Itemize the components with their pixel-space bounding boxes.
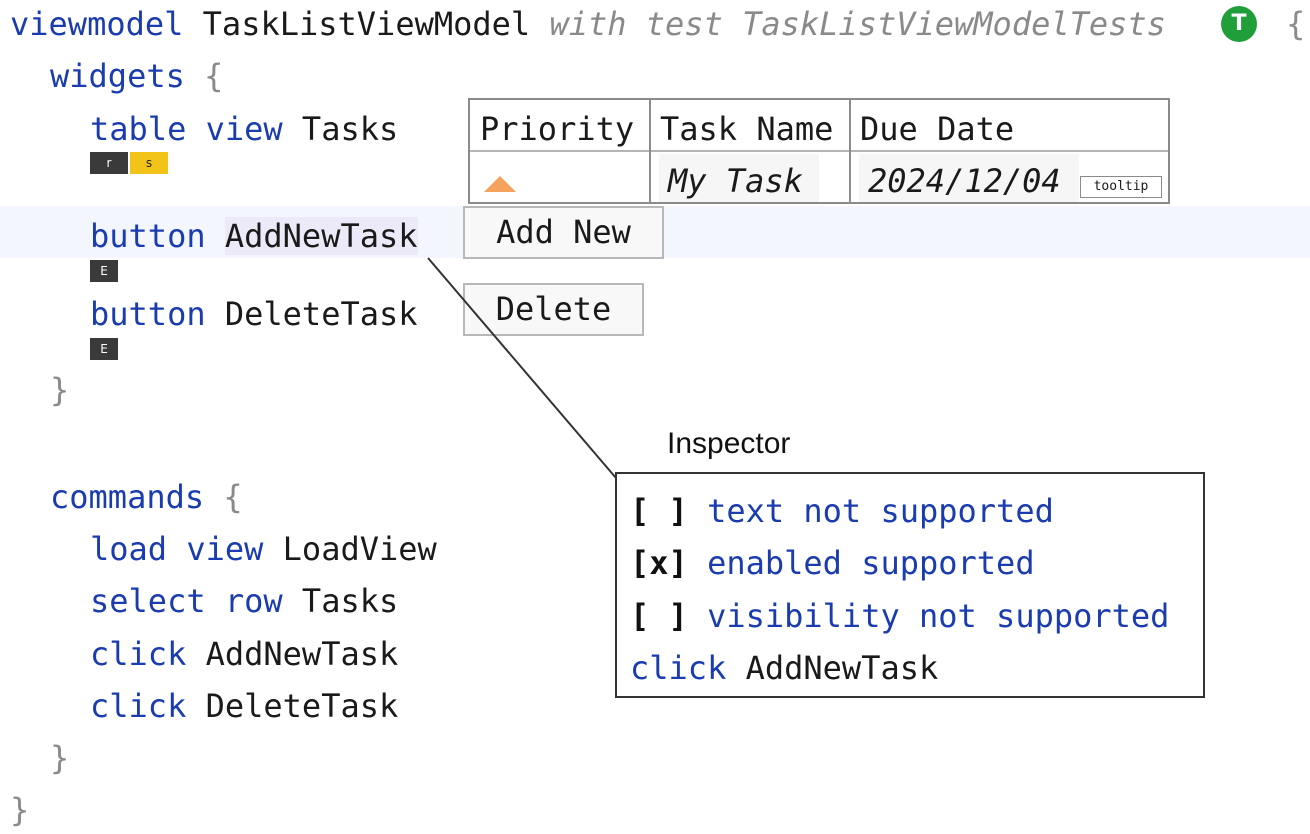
button-keyword: button — [90, 295, 206, 333]
command-target[interactable]: AddNewTask — [206, 635, 399, 673]
commands-keyword: commands — [50, 478, 205, 516]
checkbox-enabled[interactable]: [x] — [630, 544, 688, 582]
badge-s[interactable]: s — [130, 152, 168, 174]
commands-close-brace: } — [50, 739, 70, 777]
inspector-panel: [ ] text not supported [x] enabled suppo… — [615, 472, 1205, 698]
command-line: click AddNewTask — [90, 634, 398, 674]
command-keyword: click — [90, 687, 187, 725]
column-header-due-date[interactable]: Due Date — [860, 104, 1014, 154]
widgets-open-brace: { — [204, 57, 224, 95]
widgets-header: widgets { — [50, 56, 223, 96]
button-keyword: button — [90, 217, 206, 255]
add-new-button-preview[interactable]: Add New — [463, 206, 664, 259]
property-label: enabled supported — [707, 544, 1035, 582]
with-test-clause[interactable]: with test TaskListViewModelTests — [549, 5, 1166, 43]
command-keyword: select row — [90, 582, 283, 620]
inspector-property-visibility: [ ] visibility not supported — [630, 596, 1169, 636]
table-name[interactable]: Tasks — [302, 110, 398, 148]
checkbox-visibility[interactable]: [ ] — [630, 597, 688, 635]
inspector-action: click AddNewTask — [630, 648, 938, 688]
checkbox-text[interactable]: [ ] — [630, 492, 688, 530]
command-keyword: click — [90, 635, 187, 673]
viewmodel-keyword: viewmodel — [10, 5, 184, 43]
viewmodel-close-brace: } — [10, 791, 30, 829]
inspector-title: Inspector — [667, 427, 791, 460]
widgets-keyword: widgets — [50, 57, 185, 95]
property-label: visibility not supported — [707, 597, 1170, 635]
view-keyword: view — [205, 110, 283, 148]
command-line: select row Tasks — [90, 581, 398, 621]
table-column-divider — [649, 100, 651, 202]
add-button-declaration: button AddNewTask — [90, 216, 418, 256]
commands-open-brace: { — [223, 478, 243, 516]
action-keyword: click — [630, 649, 727, 687]
delete-button-preview[interactable]: Delete — [463, 283, 644, 336]
table-column-divider — [849, 100, 851, 202]
property-label: text not supported — [707, 492, 1054, 530]
up-arrow-icon — [484, 176, 516, 192]
table-keyword: table — [90, 110, 187, 148]
tooltip-button[interactable]: tooltip — [1080, 176, 1162, 198]
command-keyword: load view — [90, 530, 264, 568]
test-status-icon[interactable]: T — [1221, 6, 1257, 42]
viewmodel-header: viewmodel TaskListViewModel with test Ta… — [10, 4, 1166, 44]
cell-due-date[interactable]: 2024/12/04 — [868, 156, 1061, 206]
table-view-declaration: table view Tasks — [90, 109, 398, 149]
action-target[interactable]: AddNewTask — [746, 649, 939, 687]
cell-task-name[interactable]: My Task — [668, 156, 803, 206]
command-target[interactable]: LoadView — [283, 530, 437, 568]
badge-e[interactable]: E — [90, 260, 118, 282]
commands-header: commands { — [50, 477, 243, 517]
inspector-property-enabled: [x] enabled supported — [630, 543, 1035, 583]
delete-button-declaration: button DeleteTask — [90, 294, 418, 334]
column-header-task-name[interactable]: Task Name — [660, 104, 833, 154]
tasks-table-preview[interactable]: Priority Task Name Due Date My Task 2024… — [468, 98, 1170, 204]
column-header-priority[interactable]: Priority — [480, 104, 634, 154]
badge-e[interactable]: E — [90, 338, 118, 360]
add-button-name[interactable]: AddNewTask — [224, 217, 418, 255]
delete-button-name[interactable]: DeleteTask — [225, 295, 418, 333]
viewmodel-open-brace: { — [1286, 5, 1306, 43]
widgets-close-brace: } — [50, 371, 70, 409]
command-target[interactable]: Tasks — [302, 582, 398, 620]
command-line: click DeleteTask — [90, 686, 398, 726]
command-line: load view LoadView — [90, 529, 437, 569]
badge-r[interactable]: r — [90, 152, 128, 174]
inspector-property-text: [ ] text not supported — [630, 491, 1054, 531]
command-target[interactable]: DeleteTask — [206, 687, 399, 725]
viewmodel-name[interactable]: TaskListViewModel — [203, 5, 531, 43]
